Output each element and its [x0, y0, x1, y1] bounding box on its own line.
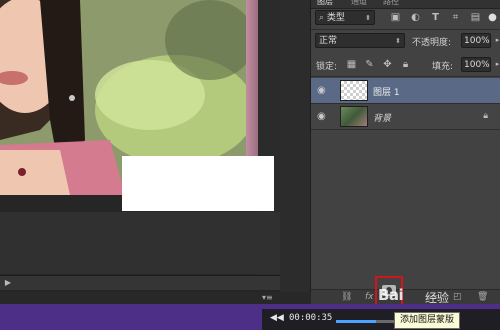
delete-layer-icon[interactable]: 🗑︎	[477, 292, 488, 303]
search-icon: ⌕	[319, 13, 325, 23]
panel-tab-row: 图层 通道 路径	[311, 0, 500, 9]
watermark-logo: Bai	[378, 286, 404, 304]
canvas-lower-area	[0, 212, 310, 274]
layer-row-layer-1[interactable]: ◉ 图层 1	[311, 78, 500, 104]
layer-row-background[interactable]: ◉ 背景 🔒︎	[311, 104, 500, 130]
image-filter-icon[interactable]: ▣	[390, 12, 401, 23]
tab-channels[interactable]: 通道	[351, 0, 367, 7]
lock-brush-icon[interactable]: ✎	[364, 59, 375, 70]
rewind-icon[interactable]: ◀◀	[270, 313, 284, 323]
lock-position-icon[interactable]: ✥	[382, 59, 393, 70]
lock-icon: 🔒︎	[483, 111, 488, 121]
lock-transparent-icon[interactable]: ▦	[346, 59, 357, 70]
type-filter-icon[interactable]: T	[430, 12, 441, 23]
link-layers-icon[interactable]: ⛓	[341, 292, 352, 303]
lock-label: 锁定:	[316, 62, 338, 72]
lock-all-icon[interactable]: 🔒︎	[400, 59, 411, 70]
blend-mode-value: 正常	[319, 36, 338, 46]
layer-name[interactable]: 背景	[373, 111, 391, 124]
opacity-input[interactable]: 100%	[461, 33, 491, 48]
watermark-logo-suffix: 经验	[425, 291, 450, 305]
divider	[311, 76, 500, 77]
video-progress-fill	[336, 320, 376, 323]
divider	[311, 29, 500, 30]
layer-filter-select[interactable]: ⌕ 类型 ⬍	[315, 10, 375, 25]
fill-label: 填充:	[432, 62, 454, 72]
chevron-updown-icon: ⬍	[365, 14, 371, 22]
panel-dock-strip	[280, 0, 311, 292]
tab-paths[interactable]: 路径	[383, 0, 399, 7]
eye-icon[interactable]: ◉	[317, 86, 329, 96]
shape-filter-icon[interactable]: ⌗	[450, 12, 461, 23]
layer-thumbnail-transparent	[340, 80, 368, 101]
fx-icon[interactable]: fx	[365, 292, 374, 303]
smart-object-filter-icon[interactable]: ▤	[470, 12, 481, 23]
layer-filter-kind-label: 类型	[326, 13, 345, 23]
fill-dropdown-chevron-icon[interactable]: ▸	[492, 59, 500, 70]
layers-panel-footer: ⛓ fx ▭ ◰ 🗑︎	[311, 289, 500, 305]
horizontal-scrollbar[interactable]: ▶	[0, 275, 310, 290]
tab-layers[interactable]: 图层	[317, 0, 333, 7]
scroll-left-arrow-icon[interactable]: ▶	[3, 278, 13, 288]
fill-input[interactable]: 100%	[461, 57, 491, 72]
panel-menu-icon[interactable]: ▾≡	[262, 293, 273, 302]
white-selection-fill	[122, 156, 274, 211]
add-mask-tooltip: 添加图层蒙版	[394, 312, 461, 329]
eye-icon[interactable]: ◉	[317, 112, 329, 122]
filter-toggle-icon[interactable]: ●	[487, 12, 498, 23]
adjustment-filter-icon[interactable]: ◐	[410, 12, 421, 23]
player-time: 00:00:35	[289, 313, 333, 323]
layer-thumbnail-photo	[340, 106, 368, 127]
opacity-label: 不透明度:	[412, 38, 452, 48]
opacity-dropdown-chevron-icon[interactable]: ▸	[492, 35, 500, 46]
blend-mode-select[interactable]: 正常 ⬍	[315, 33, 405, 48]
chevron-updown-icon: ⬍	[395, 37, 401, 45]
new-layer-icon[interactable]: ◰	[453, 292, 462, 303]
layer-name[interactable]: 图层 1	[373, 85, 400, 98]
